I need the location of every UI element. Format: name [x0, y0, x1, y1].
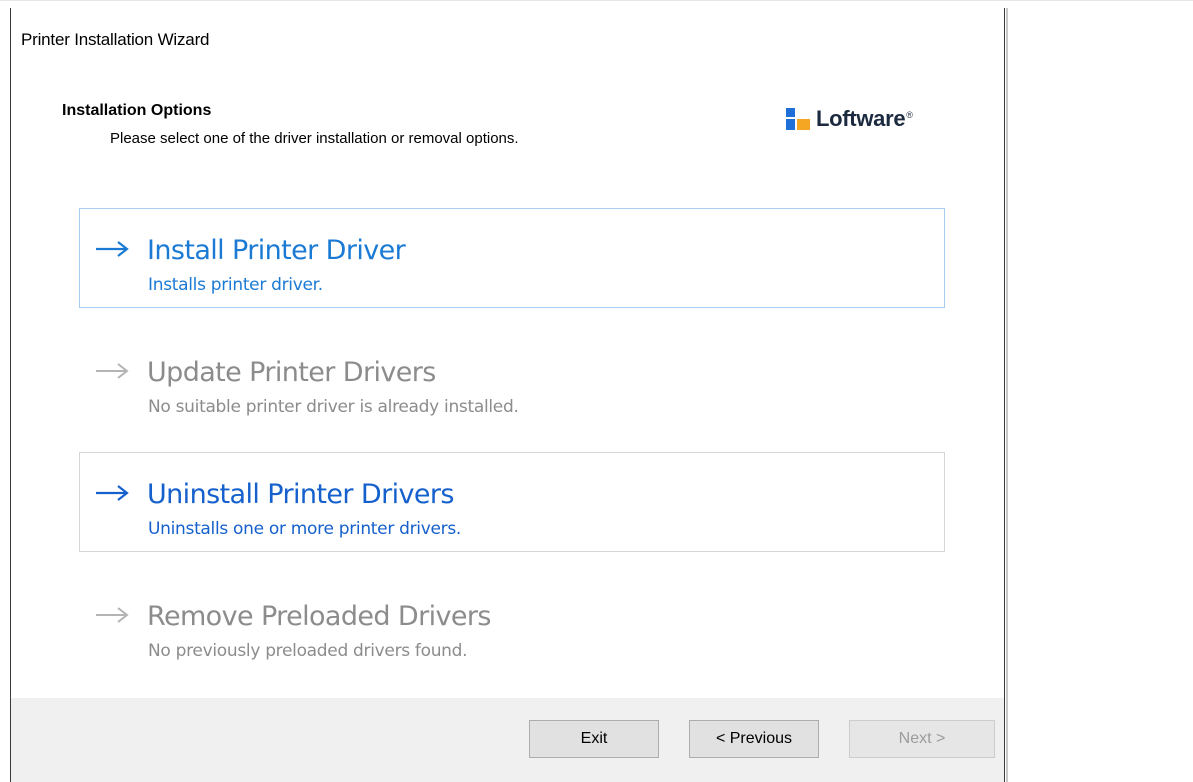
title-bar: Printer Installation Wizard — [11, 8, 1004, 64]
next-button: Next > — [849, 720, 995, 758]
window-title: Printer Installation Wizard — [21, 30, 210, 49]
option-title: Update Printer Drivers — [147, 357, 436, 388]
loftware-logo-mark-icon — [786, 108, 810, 130]
option-install-printer-driver[interactable]: Install Printer Driver Installs printer … — [79, 208, 945, 308]
option-title: Remove Preloaded Drivers — [147, 601, 491, 632]
logo-text: Loftware — [816, 106, 906, 131]
screen: Printer Installation Wizard Installation… — [0, 0, 1193, 782]
logo-registered-mark: ® — [906, 110, 913, 120]
wizard-footer: Exit < Previous Next > — [11, 698, 1004, 782]
page-title: Installation Options — [62, 102, 212, 119]
wizard-header: Installation Options Please select one o… — [11, 64, 1004, 174]
previous-button[interactable]: < Previous — [689, 720, 819, 758]
exit-button[interactable]: Exit — [529, 720, 659, 758]
screen-top-divider — [0, 0, 1193, 1]
option-description: No suitable printer driver is already in… — [148, 397, 519, 417]
window-right-shadow — [1006, 8, 1008, 782]
option-description: Installs printer driver. — [148, 275, 323, 295]
option-title: Install Printer Driver — [147, 235, 406, 266]
wizard-window: Printer Installation Wizard Installation… — [10, 8, 1005, 782]
option-uninstall-printer-drivers[interactable]: Uninstall Printer Drivers Uninstalls one… — [79, 452, 945, 552]
page-subtitle: Please select one of the driver installa… — [110, 130, 519, 147]
option-description: No previously preloaded drivers found. — [148, 641, 468, 661]
arrow-right-icon — [96, 607, 129, 623]
arrow-right-icon — [96, 363, 129, 379]
option-remove-preloaded-drivers: Remove Preloaded Drivers No previously p… — [79, 574, 945, 674]
arrow-right-icon — [96, 241, 129, 257]
loftware-logo: Loftware ® — [786, 106, 913, 132]
option-title: Uninstall Printer Drivers — [147, 479, 454, 510]
arrow-right-icon — [96, 485, 129, 501]
option-description: Uninstalls one or more printer drivers. — [148, 519, 462, 539]
option-update-printer-drivers: Update Printer Drivers No suitable print… — [79, 330, 945, 430]
